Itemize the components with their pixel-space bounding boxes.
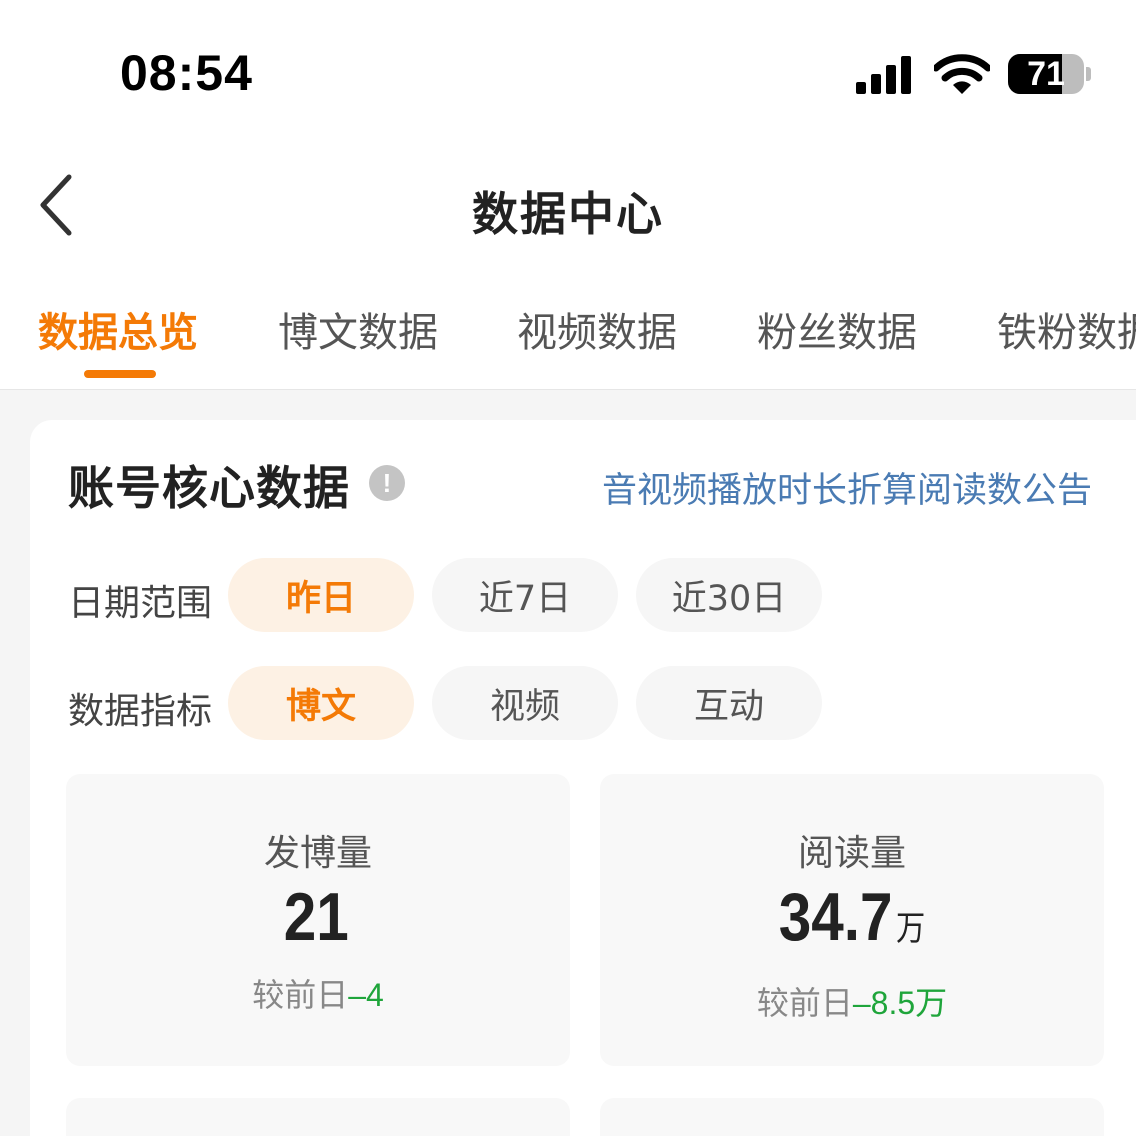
metric-label: 数据指标 (68, 691, 213, 732)
chip-videos[interactable]: 视频 (432, 666, 618, 740)
stat-card-reads[interactable]: 阅读量 34.7 万 较前日–8.5万 (600, 774, 1104, 1066)
stat-value: 21 (101, 878, 534, 956)
exclamation-circle-icon[interactable]: ! (369, 465, 405, 501)
stat-unit: 万 (896, 909, 926, 949)
compare-delta: –8.5万 (852, 985, 948, 1021)
status-time: 08:54 (120, 45, 253, 101)
section-title: 账号核心数据 (68, 461, 350, 515)
cellular-signal-icon (856, 56, 911, 94)
stat-value: 34.7 万 (635, 878, 1068, 956)
stat-number: 21 (283, 879, 349, 955)
stat-number: 34.7 (778, 879, 893, 955)
active-tab-indicator (84, 370, 156, 378)
date-range-label: 日期范围 (68, 583, 213, 624)
stat-compare: 较前日–4 (66, 970, 570, 1016)
notice-link[interactable]: 音视频播放时长折算阅读数公告 (602, 462, 1092, 513)
tab-fans-data[interactable]: 粉丝数据 (757, 300, 917, 358)
chip-posts[interactable]: 博文 (228, 666, 414, 740)
data-center-page: 08:54 71 数据中心 数据总览 博文数据 视频数据 粉丝数据 铁粉数据 账… (0, 0, 1136, 1136)
chip-last-7-days[interactable]: 近7日 (432, 558, 618, 632)
stat-label: 发博量 (263, 833, 372, 874)
stat-card-next-left[interactable] (66, 1098, 570, 1136)
stat-card-posts[interactable]: 发博量 21 较前日–4 (66, 774, 570, 1066)
stat-compare: 较前日–8.5万 (600, 978, 1104, 1024)
battery-cap (1086, 67, 1091, 81)
tab-overview[interactable]: 数据总览 (38, 300, 198, 358)
stat-label: 阅读量 (797, 833, 906, 874)
tab-video-data[interactable]: 视频数据 (517, 300, 677, 358)
tab-bar: 数据总览 博文数据 视频数据 粉丝数据 铁粉数据 (0, 300, 1136, 390)
compare-delta: –4 (348, 977, 384, 1013)
tab-iron-fans-data[interactable]: 铁粉数据 (997, 300, 1136, 358)
wifi-icon (934, 54, 990, 94)
chip-interactions[interactable]: 互动 (636, 666, 822, 740)
tab-post-data[interactable]: 博文数据 (278, 300, 438, 358)
battery-percent: 71 (1027, 54, 1065, 93)
battery-icon: 71 (1008, 54, 1084, 94)
compare-label: 较前日 (252, 976, 349, 1014)
chip-last-30-days[interactable]: 近30日 (636, 558, 822, 632)
stat-card-next-right[interactable] (600, 1098, 1104, 1136)
compare-label: 较前日 (756, 984, 853, 1022)
page-title: 数据中心 (472, 187, 664, 241)
chip-yesterday[interactable]: 昨日 (228, 558, 414, 632)
